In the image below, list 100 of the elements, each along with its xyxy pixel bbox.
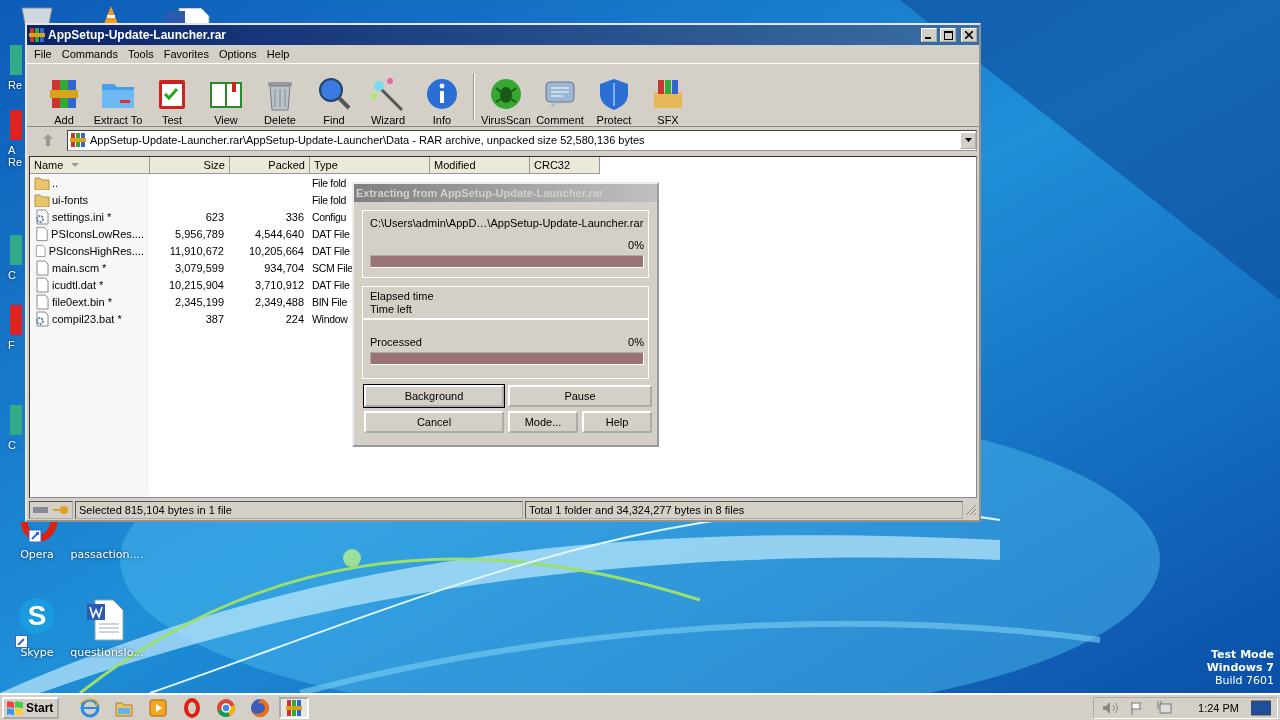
percent-text: 0%	[628, 336, 644, 348]
column-header[interactable]: Modified	[430, 157, 530, 174]
firefox-icon	[250, 697, 271, 718]
menu-item[interactable]: Help	[261, 48, 295, 60]
table-cell-text: BIN File	[311, 295, 348, 308]
minimize-button[interactable]	[921, 28, 937, 42]
table-cell-text: DAT File	[311, 278, 351, 291]
clock[interactable]: 1:24 PM	[1198, 701, 1239, 714]
menu-item[interactable]: Favorites	[158, 48, 214, 60]
start-button[interactable]: Start	[2, 696, 60, 719]
os-notice: Windows 7	[1206, 661, 1274, 674]
archive-icon	[284, 697, 305, 718]
table-cell-text: 934,704	[263, 261, 305, 274]
file-name[interactable]: PSIconsLowRes....	[30, 225, 150, 242]
file-name[interactable]: ..	[30, 175, 150, 190]
column-header[interactable]: Type	[310, 157, 430, 174]
maximize-button[interactable]	[940, 28, 956, 42]
file-name[interactable]: PSIconsHighRes....	[30, 242, 150, 259]
settings-file-icon	[34, 310, 50, 327]
opera-icon	[182, 697, 203, 718]
column-header[interactable]: Size	[150, 157, 230, 174]
toolbar-button[interactable]: Info	[415, 76, 469, 126]
menu-item[interactable]: Options	[213, 48, 262, 60]
file-icon	[34, 242, 47, 259]
column-header[interactable]: Packed	[230, 157, 310, 174]
toolbar-button[interactable]: Test	[145, 76, 199, 126]
toolbar-button[interactable]: Find	[307, 76, 361, 126]
dialog-button[interactable]: Mode...	[508, 411, 578, 433]
file-name[interactable]: ui-fonts	[30, 192, 150, 207]
table-cell-text: 10,215,904	[167, 278, 225, 291]
up-arrow-icon	[43, 134, 53, 146]
window-title: AppSetup-Update-Launcher.rar	[48, 28, 228, 42]
file-name[interactable]: file0ext.bin *	[30, 293, 150, 310]
drive-icon	[33, 506, 49, 514]
file-icon	[34, 225, 50, 242]
key-icon	[53, 505, 69, 515]
toolbar-button[interactable]: Extract To	[91, 76, 145, 126]
table-cell-text: 224	[284, 312, 305, 325]
file-name[interactable]: settings.ini *	[30, 208, 150, 225]
os-notice: Test Mode	[1211, 648, 1274, 661]
table-cell-text: 2,349,488	[254, 295, 305, 308]
menu-item[interactable]: Tools	[123, 48, 159, 60]
menu-item[interactable]: Commands	[56, 48, 123, 60]
settings-file-icon	[34, 208, 50, 225]
icon-label: C	[7, 439, 17, 451]
table-cell-text: 336	[284, 210, 305, 223]
table-cell-text: 4,544,640	[254, 227, 305, 240]
file-name[interactable]: icudtl.dat *	[30, 276, 150, 293]
address-field[interactable]: AppSetup-Update-Launcher.rar\AppSetup-Update-Launcher\Data - RAR archive, unpacked size 52,580,136 bytes	[67, 129, 977, 151]
file-name[interactable]: compil23.bat *	[30, 310, 150, 327]
toolbar-button[interactable]: VirusScan	[479, 76, 533, 126]
network-icon[interactable]	[1156, 700, 1173, 715]
toolbar-button[interactable]: Comment	[533, 76, 587, 126]
search-icon	[316, 76, 352, 112]
file-icon	[34, 259, 50, 276]
resize-grip-icon[interactable]	[965, 504, 977, 516]
flag-icon[interactable]	[1130, 700, 1145, 715]
processed-label: Processed	[370, 336, 422, 348]
archive-icon	[70, 132, 86, 148]
dialog-button[interactable]: Help	[582, 411, 652, 433]
speaker-icon[interactable]	[1102, 700, 1119, 715]
windows-logo-icon	[6, 699, 24, 716]
os-notice: Build 7601	[1214, 674, 1274, 687]
table-cell-text: 623	[204, 210, 225, 223]
toolbar-button[interactable]: Delete	[253, 76, 307, 126]
icon-label: F	[7, 339, 16, 351]
toolbar-button[interactable]: Wizard	[361, 76, 415, 126]
menu-item[interactable]: File	[29, 48, 57, 60]
wand-icon	[370, 76, 406, 112]
folder-icon	[34, 192, 50, 207]
icon-label: Re	[7, 79, 24, 91]
table-cell-text: DAT File	[311, 244, 351, 257]
icon-label: C	[7, 269, 17, 281]
table-cell-text: DAT File	[311, 227, 351, 240]
info-icon	[424, 76, 460, 112]
status-text: Total 1 folder and 34,324,277 bytes in 8 files	[525, 501, 963, 519]
show-desktop-icon[interactable]	[1251, 699, 1271, 716]
toolbar-button[interactable]: View	[199, 76, 253, 126]
toolbar-button[interactable]: Protect	[587, 76, 641, 126]
archive-icon	[29, 27, 45, 43]
toolbar-button[interactable]: SFX	[641, 76, 695, 126]
icon-label: A Re	[7, 144, 24, 168]
dialog-button[interactable]: Background	[364, 385, 504, 407]
table-cell-text: File fold	[311, 193, 348, 206]
file-icon	[34, 293, 50, 310]
file-icon	[34, 276, 50, 293]
toolbar-button[interactable]: Add	[37, 76, 91, 126]
icon-label: Skype	[20, 646, 54, 659]
archive-path: C:\Users\admin\AppD…\AppSetup-Update-Launcher.rar	[370, 217, 644, 229]
sort-arrow-icon	[71, 163, 80, 167]
dialog-button[interactable]: Pause	[508, 385, 652, 407]
browser-icon	[80, 697, 101, 718]
column-header[interactable]: Name	[30, 157, 150, 174]
table-cell-text: File fold	[311, 176, 348, 189]
percent-text: 0%	[628, 239, 644, 251]
dialog-button[interactable]: Cancel	[364, 411, 504, 433]
taskbar-button[interactable]	[279, 696, 310, 719]
file-name[interactable]: main.scm *	[30, 259, 150, 276]
close-button[interactable]	[961, 28, 977, 42]
column-header[interactable]: CRC32	[530, 157, 600, 174]
